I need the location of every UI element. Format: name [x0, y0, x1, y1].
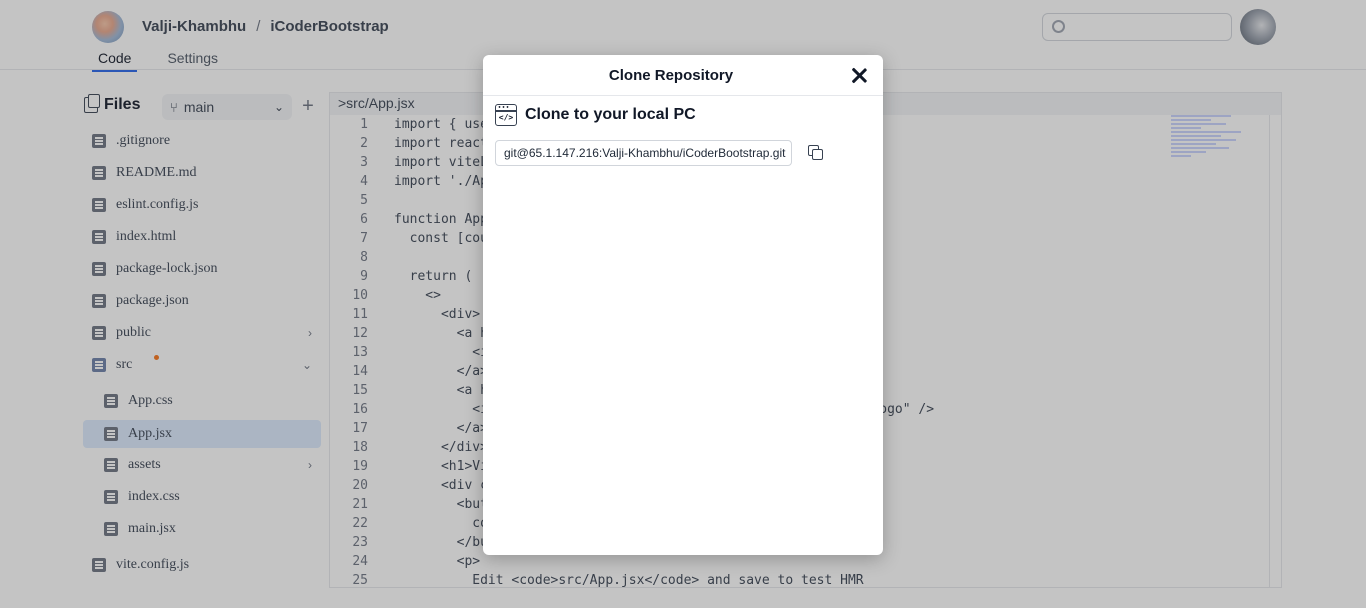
dialog-title: Clone Repository — [608, 67, 734, 84]
dialog-header: Clone Repository — [483, 55, 883, 96]
clone-url-field[interactable]: git@65.1.147.216:Valji-Khambhu/iCoderBoo… — [495, 140, 792, 166]
clone-section-title: Clone to your local PC — [525, 106, 696, 123]
clone-section-header: ••• </> Clone to your local PC — [495, 104, 696, 126]
close-icon[interactable] — [851, 67, 867, 83]
code-window-icon: ••• </> — [495, 104, 517, 126]
copy-icon-front — [812, 149, 823, 160]
clone-repository-dialog: Clone Repository ••• </> Clone to your lo… — [483, 55, 883, 555]
copy-icon[interactable] — [808, 145, 826, 163]
